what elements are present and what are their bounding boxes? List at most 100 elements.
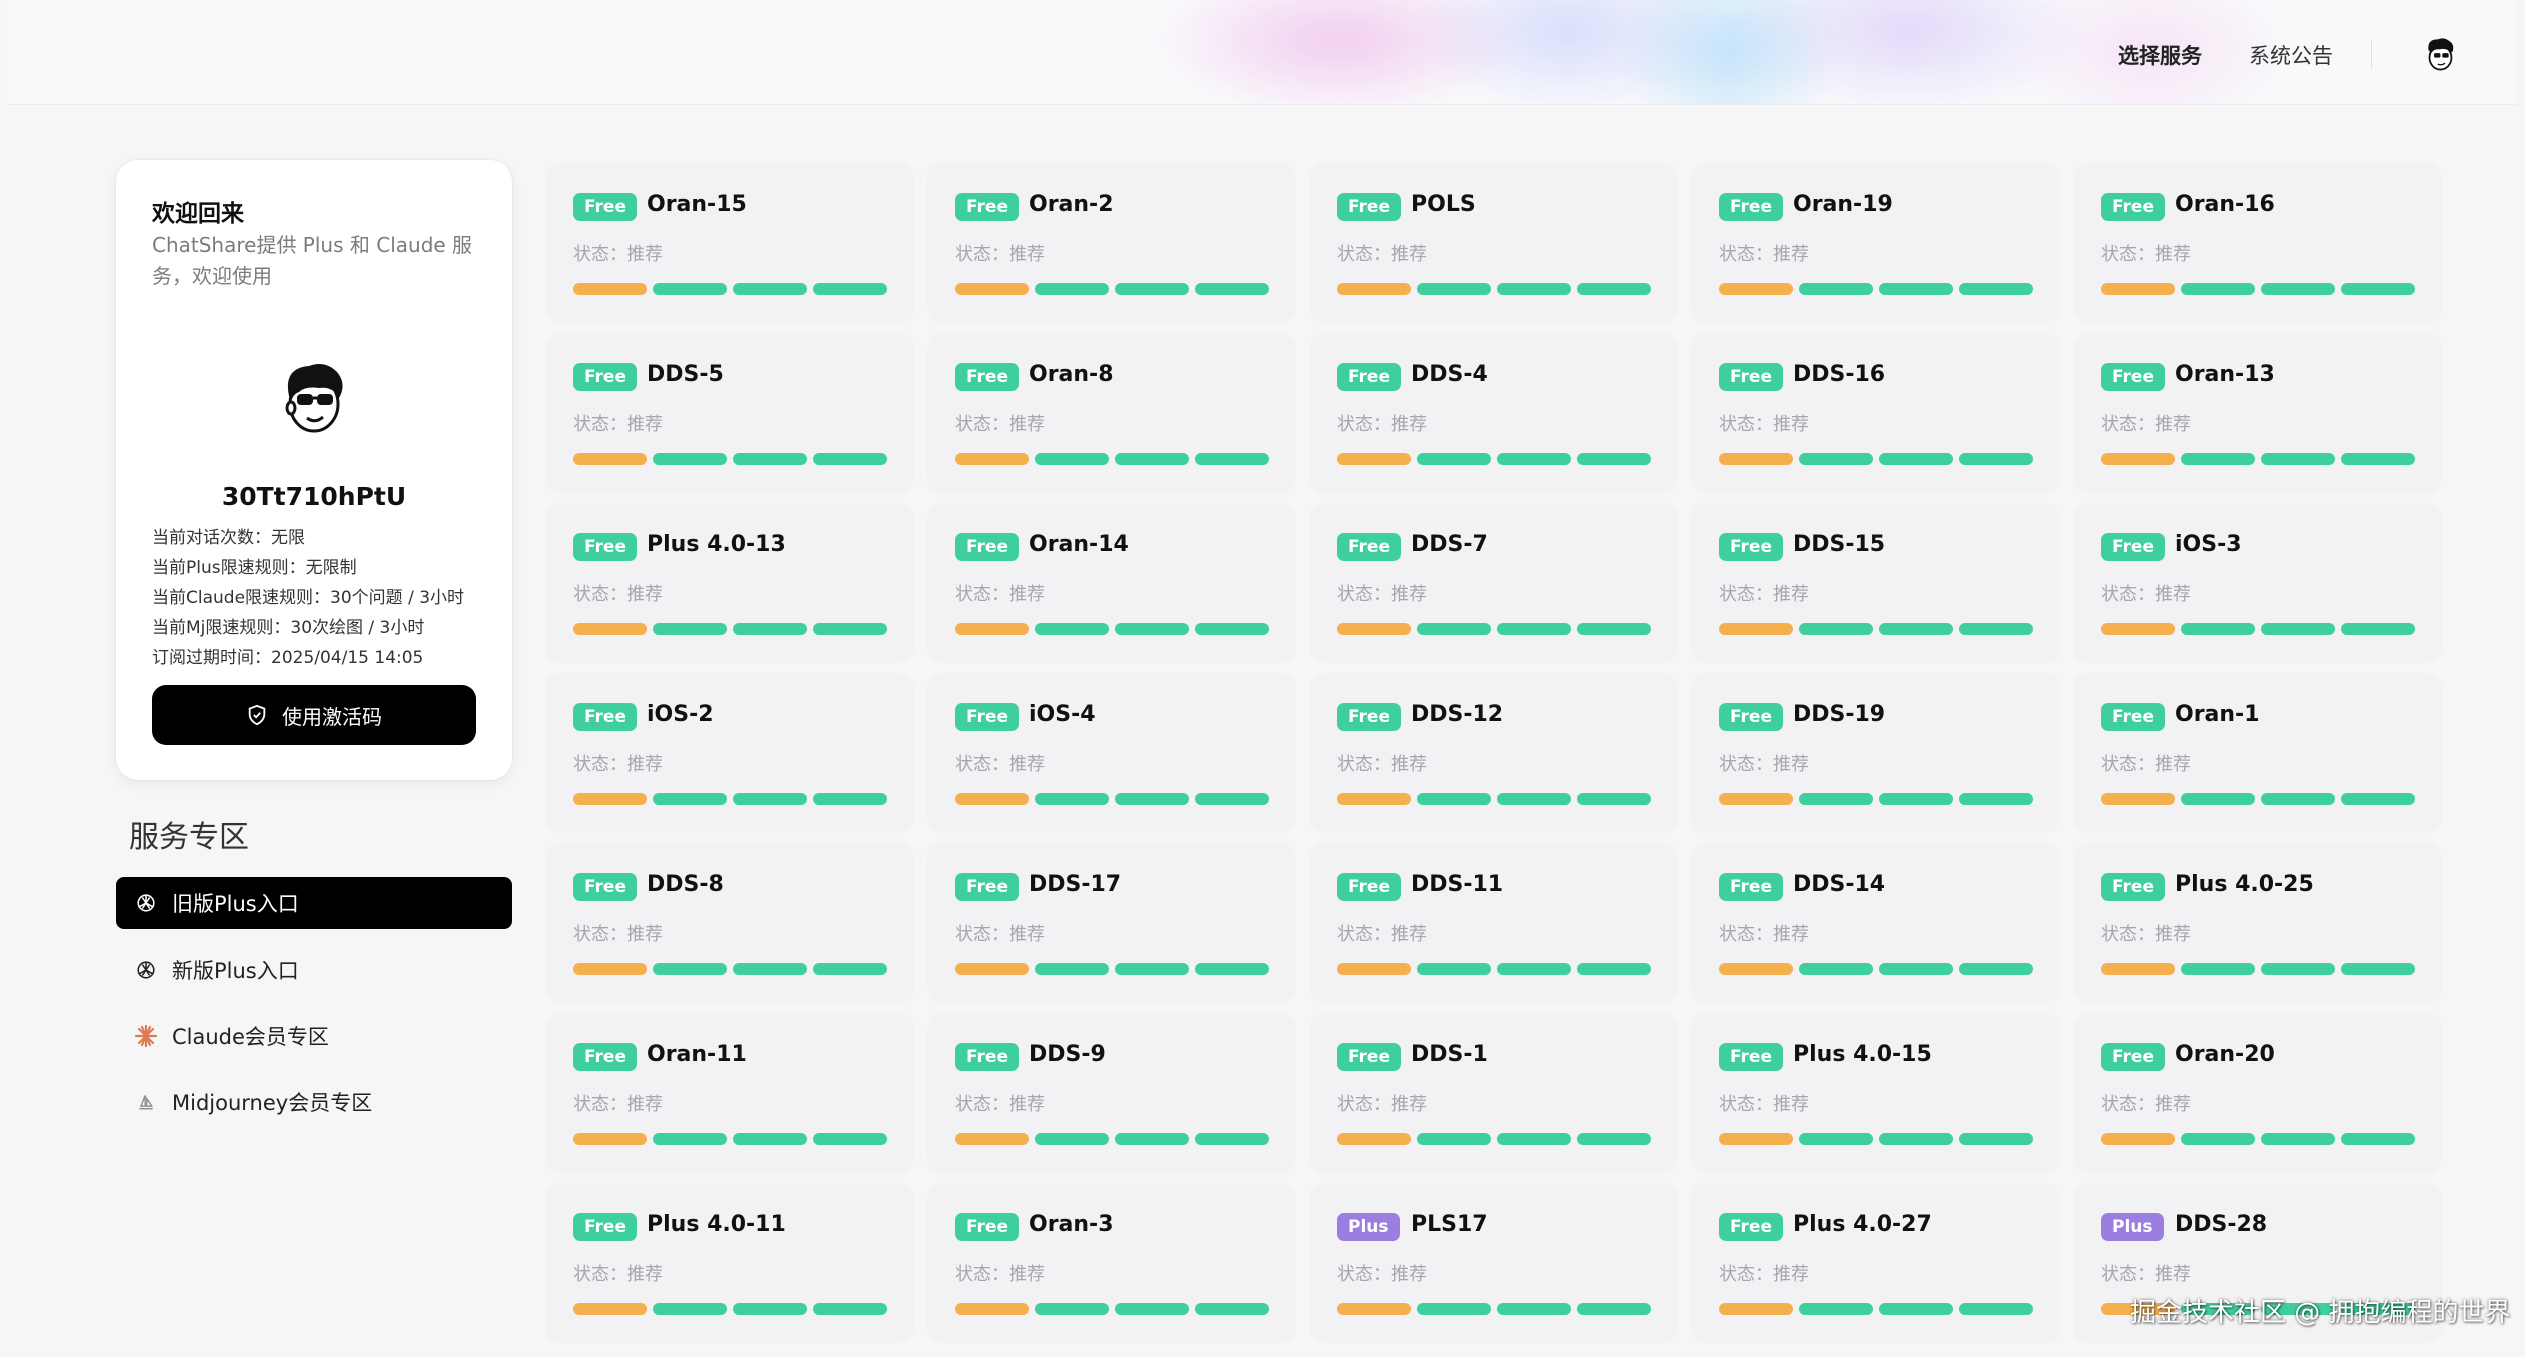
load-bar-orange bbox=[573, 1303, 647, 1315]
load-bar-green bbox=[1959, 453, 2033, 465]
service-card[interactable]: Free DDS-5 状态：推荐 bbox=[546, 334, 913, 492]
load-bar-orange bbox=[573, 963, 647, 975]
service-card[interactable]: Free DDS-12 状态：推荐 bbox=[1310, 674, 1677, 832]
service-status: 状态：推荐 bbox=[1719, 584, 1809, 605]
service-card[interactable]: Free DDS-15 状态：推荐 bbox=[1692, 504, 2059, 662]
load-bar-green bbox=[1799, 623, 1873, 635]
load-bar-green bbox=[2181, 623, 2255, 635]
load-indicator bbox=[2101, 453, 2421, 465]
tier-badge: Free bbox=[2101, 1043, 2165, 1071]
load-bar-green bbox=[1115, 453, 1189, 465]
load-bar-green bbox=[1577, 1303, 1651, 1315]
service-card[interactable]: Free Oran-3 状态：推荐 bbox=[928, 1184, 1295, 1342]
load-bar-green bbox=[1035, 453, 1109, 465]
load-bar-orange bbox=[573, 453, 647, 465]
service-card[interactable]: Free Plus 4.0-13 状态：推荐 bbox=[546, 504, 913, 662]
service-name: Oran-11 bbox=[647, 1042, 747, 1067]
load-indicator bbox=[2101, 1133, 2421, 1145]
service-card[interactable]: Free iOS-3 状态：推荐 bbox=[2074, 504, 2441, 662]
tier-badge: Free bbox=[573, 1213, 637, 1241]
user-avatar-icon[interactable] bbox=[2424, 36, 2456, 72]
load-bar-green bbox=[813, 1303, 887, 1315]
service-card[interactable]: Free Oran-19 状态：推荐 bbox=[1692, 164, 2059, 322]
service-card[interactable]: Plus PLS17 状态：推荐 bbox=[1310, 1184, 1677, 1342]
service-card[interactable]: Free Plus 4.0-27 状态：推荐 bbox=[1692, 1184, 2059, 1342]
service-card[interactable]: Free Plus 4.0-25 状态：推荐 bbox=[2074, 844, 2441, 1002]
service-status: 状态：推荐 bbox=[2101, 414, 2191, 435]
service-status: 状态：推荐 bbox=[1719, 1264, 1809, 1285]
tier-badge: Free bbox=[2101, 533, 2165, 561]
welcome-title: 欢迎回来 bbox=[152, 201, 244, 227]
nav-select-service[interactable]: 选择服务 bbox=[2118, 40, 2202, 70]
load-bar-green bbox=[1959, 793, 2033, 805]
tier-badge: Free bbox=[955, 1043, 1019, 1071]
service-card[interactable]: Free iOS-4 状态：推荐 bbox=[928, 674, 1295, 832]
load-bar-orange bbox=[1719, 623, 1793, 635]
info-claude-limit: 当前Claude限速规则：30个问题 / 3小时 bbox=[152, 588, 465, 608]
load-bar-green bbox=[1959, 1133, 2033, 1145]
service-card[interactable]: Free DDS-4 状态：推荐 bbox=[1310, 334, 1677, 492]
menu-midjourney-entry[interactable]: Midjourney会员专区 bbox=[116, 1076, 512, 1128]
tier-badge: Free bbox=[955, 703, 1019, 731]
service-card[interactable]: Free Oran-11 状态：推荐 bbox=[546, 1014, 913, 1172]
service-card[interactable]: Free POLS 状态：推荐 bbox=[1310, 164, 1677, 322]
load-bar-green bbox=[2341, 283, 2415, 295]
service-card[interactable]: Free Plus 4.0-11 状态：推荐 bbox=[546, 1184, 913, 1342]
load-bar-green bbox=[1799, 793, 1873, 805]
service-name: DDS-14 bbox=[1793, 872, 1886, 897]
service-card[interactable]: Free DDS-8 状态：推荐 bbox=[546, 844, 913, 1002]
load-bar-green bbox=[653, 283, 727, 295]
menu-old-plus-entry[interactable]: 旧版Plus入口 bbox=[116, 877, 512, 929]
service-card[interactable]: Free DDS-1 状态：推荐 bbox=[1310, 1014, 1677, 1172]
tier-badge: Free bbox=[2101, 703, 2165, 731]
load-bar-green bbox=[813, 963, 887, 975]
service-card[interactable]: Free Oran-8 状态：推荐 bbox=[928, 334, 1295, 492]
load-bar-green bbox=[1497, 453, 1571, 465]
openai-icon bbox=[134, 958, 158, 982]
service-card[interactable]: Free DDS-19 状态：推荐 bbox=[1692, 674, 2059, 832]
load-bar-green bbox=[1879, 1133, 1953, 1145]
tier-badge: Free bbox=[955, 1213, 1019, 1241]
profile-card: 欢迎回来 ChatShare提供 Plus 和 Claude 服务，欢迎使用 3… bbox=[116, 160, 512, 780]
service-status: 状态：推荐 bbox=[573, 1264, 663, 1285]
nav-system-announcement[interactable]: 系统公告 bbox=[2249, 40, 2333, 70]
service-card[interactable]: Free Oran-1 状态：推荐 bbox=[2074, 674, 2441, 832]
load-bar-green bbox=[813, 793, 887, 805]
menu-claude-entry[interactable]: Claude会员专区 bbox=[116, 1010, 512, 1062]
service-card[interactable]: Free Oran-2 状态：推荐 bbox=[928, 164, 1295, 322]
service-card[interactable]: Free iOS-2 状态：推荐 bbox=[546, 674, 913, 832]
load-bar-orange bbox=[955, 623, 1029, 635]
load-bar-orange bbox=[1719, 963, 1793, 975]
service-card[interactable]: Free Oran-15 状态：推荐 bbox=[546, 164, 913, 322]
service-node-grid: Free Oran-15 状态：推荐 Free Oran-2 状态：推荐 Free POLS 状… bbox=[546, 164, 2441, 1342]
load-indicator bbox=[573, 453, 893, 465]
activate-code-button[interactable]: 使用激活码 bbox=[152, 685, 476, 745]
service-name: Oran-20 bbox=[2175, 1042, 2275, 1067]
load-indicator bbox=[2101, 963, 2421, 975]
service-card[interactable]: Free DDS-7 状态：推荐 bbox=[1310, 504, 1677, 662]
service-card[interactable]: Free DDS-17 状态：推荐 bbox=[928, 844, 1295, 1002]
service-card[interactable]: Free DDS-11 状态：推荐 bbox=[1310, 844, 1677, 1002]
service-status: 状态：推荐 bbox=[955, 244, 1045, 265]
service-card[interactable]: Free Oran-16 状态：推荐 bbox=[2074, 164, 2441, 322]
service-name: Plus 4.0-13 bbox=[647, 532, 786, 557]
service-card[interactable]: Free Oran-20 状态：推荐 bbox=[2074, 1014, 2441, 1172]
load-indicator bbox=[1337, 963, 1657, 975]
tier-badge: Free bbox=[1337, 193, 1401, 221]
service-status: 状态：推荐 bbox=[573, 754, 663, 775]
service-card[interactable]: Free Oran-14 状态：推荐 bbox=[928, 504, 1295, 662]
menu-new-plus-entry[interactable]: 新版Plus入口 bbox=[116, 944, 512, 996]
service-name: iOS-4 bbox=[1029, 702, 1096, 727]
service-card[interactable]: Free Oran-13 状态：推荐 bbox=[2074, 334, 2441, 492]
load-indicator bbox=[1337, 453, 1657, 465]
load-indicator bbox=[573, 963, 893, 975]
service-card[interactable]: Free DDS-9 状态：推荐 bbox=[928, 1014, 1295, 1172]
load-indicator bbox=[573, 1133, 893, 1145]
quota-info-list: 当前对话次数：无限 当前Plus限速规则：无限制 当前Claude限速规则：30… bbox=[152, 523, 464, 673]
service-card[interactable]: Free DDS-14 状态：推荐 bbox=[1692, 844, 2059, 1002]
service-card[interactable]: Free Plus 4.0-15 状态：推荐 bbox=[1692, 1014, 2059, 1172]
load-bar-orange bbox=[573, 793, 647, 805]
service-card[interactable]: Free DDS-16 状态：推荐 bbox=[1692, 334, 2059, 492]
service-name: DDS-19 bbox=[1793, 702, 1886, 727]
load-bar-green bbox=[1879, 283, 1953, 295]
